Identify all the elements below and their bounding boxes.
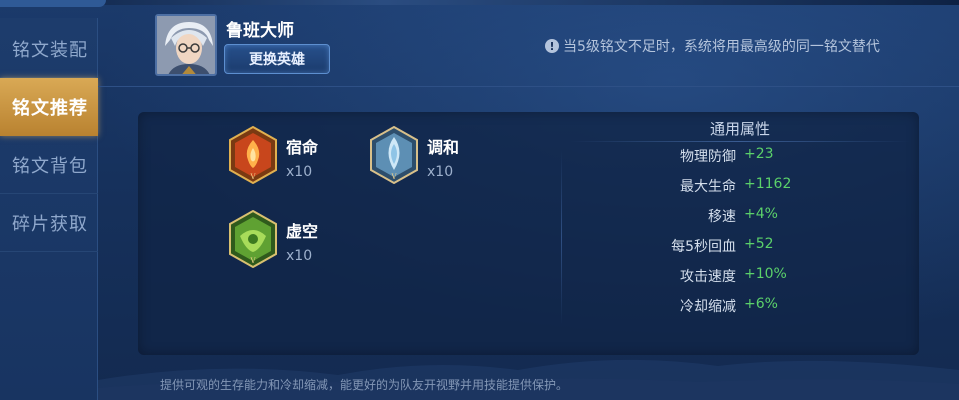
header-divider bbox=[98, 86, 959, 87]
rune-name: 调和 bbox=[427, 138, 460, 157]
sidebar-item-fragment-obtain[interactable]: 碎片获取 bbox=[0, 194, 98, 252]
attribute-value: +6% bbox=[744, 296, 778, 312]
svg-text:V: V bbox=[249, 257, 256, 265]
top-border bbox=[0, 0, 959, 5]
attribute-value: +10% bbox=[744, 266, 787, 282]
sidebar-item-rune-bag[interactable]: 铭文背包 bbox=[0, 136, 98, 194]
rune-item[interactable]: V 虚空 x10 bbox=[228, 210, 318, 268]
attribute-row: 每5秒回血 +52 bbox=[560, 236, 820, 256]
sidebar-item-label: 铭文装配 bbox=[12, 39, 88, 61]
hero-name: 鲁班大师 bbox=[226, 21, 294, 41]
harmony-rune-icon: V bbox=[370, 126, 418, 184]
change-hero-button[interactable]: 更换英雄 bbox=[224, 44, 330, 74]
sidebar-item-rune-equip[interactable]: 铭文装配 bbox=[0, 20, 98, 78]
attribute-row: 移速 +4% bbox=[560, 206, 820, 226]
sidebar-item-label: 铭文推荐 bbox=[12, 98, 88, 119]
attribute-label: 移速 bbox=[708, 209, 736, 225]
attribute-value: +4% bbox=[744, 206, 778, 222]
rune-item[interactable]: V 宿命 x10 bbox=[228, 126, 318, 184]
fate-rune-icon: V bbox=[229, 126, 277, 184]
rune-count: x10 bbox=[286, 164, 313, 180]
rune-name: 宿命 bbox=[286, 138, 319, 157]
attributes-title-underline bbox=[570, 141, 910, 142]
attribute-value: +1162 bbox=[744, 176, 792, 192]
attribute-row: 最大生命 +1162 bbox=[560, 176, 820, 196]
info-icon: ! bbox=[545, 39, 559, 53]
attribute-label: 攻击速度 bbox=[680, 269, 736, 285]
attribute-label: 每5秒回血 bbox=[671, 239, 736, 255]
hero-avatar[interactable] bbox=[155, 14, 217, 76]
rune-item[interactable]: V 调和 x10 bbox=[369, 126, 459, 184]
svg-text:V: V bbox=[390, 173, 397, 181]
rune-count: x10 bbox=[286, 248, 313, 264]
svg-text:V: V bbox=[249, 173, 256, 181]
attribute-label: 物理防御 bbox=[680, 149, 736, 165]
sidebar-item-label: 铭文背包 bbox=[12, 155, 88, 177]
top-tab-edge bbox=[0, 0, 106, 7]
rune-description: 提供可观的生存能力和冷却缩减，能更好的为队友开视野并用技能提供保护。 bbox=[160, 378, 569, 392]
rune-name: 虚空 bbox=[286, 222, 319, 241]
void-rune-icon: V bbox=[229, 210, 277, 268]
attribute-value: +52 bbox=[744, 236, 774, 252]
attribute-label: 最大生命 bbox=[680, 179, 736, 195]
sidebar: 铭文装配 铭文推荐 铭文背包 碎片获取 bbox=[0, 18, 98, 400]
attribute-label: 冷却缩减 bbox=[680, 299, 736, 315]
attribute-row: 攻击速度 +10% bbox=[560, 266, 820, 286]
attribute-value: +23 bbox=[744, 146, 774, 162]
notice-text: 当5级铭文不足时，系统将用最高级的同一铭文替代 bbox=[563, 39, 880, 55]
hero-portrait-icon bbox=[157, 16, 215, 74]
notice: ! 当5级铭文不足时，系统将用最高级的同一铭文替代 bbox=[545, 36, 880, 56]
sidebar-item-label: 碎片获取 bbox=[12, 213, 88, 235]
sidebar-item-rune-recommend[interactable]: 铭文推荐 bbox=[0, 78, 98, 136]
attribute-row: 冷却缩减 +6% bbox=[560, 296, 820, 316]
rune-count: x10 bbox=[427, 164, 454, 180]
attributes-title: 通用属性 bbox=[709, 120, 770, 138]
attribute-row: 物理防御 +23 bbox=[560, 146, 820, 166]
